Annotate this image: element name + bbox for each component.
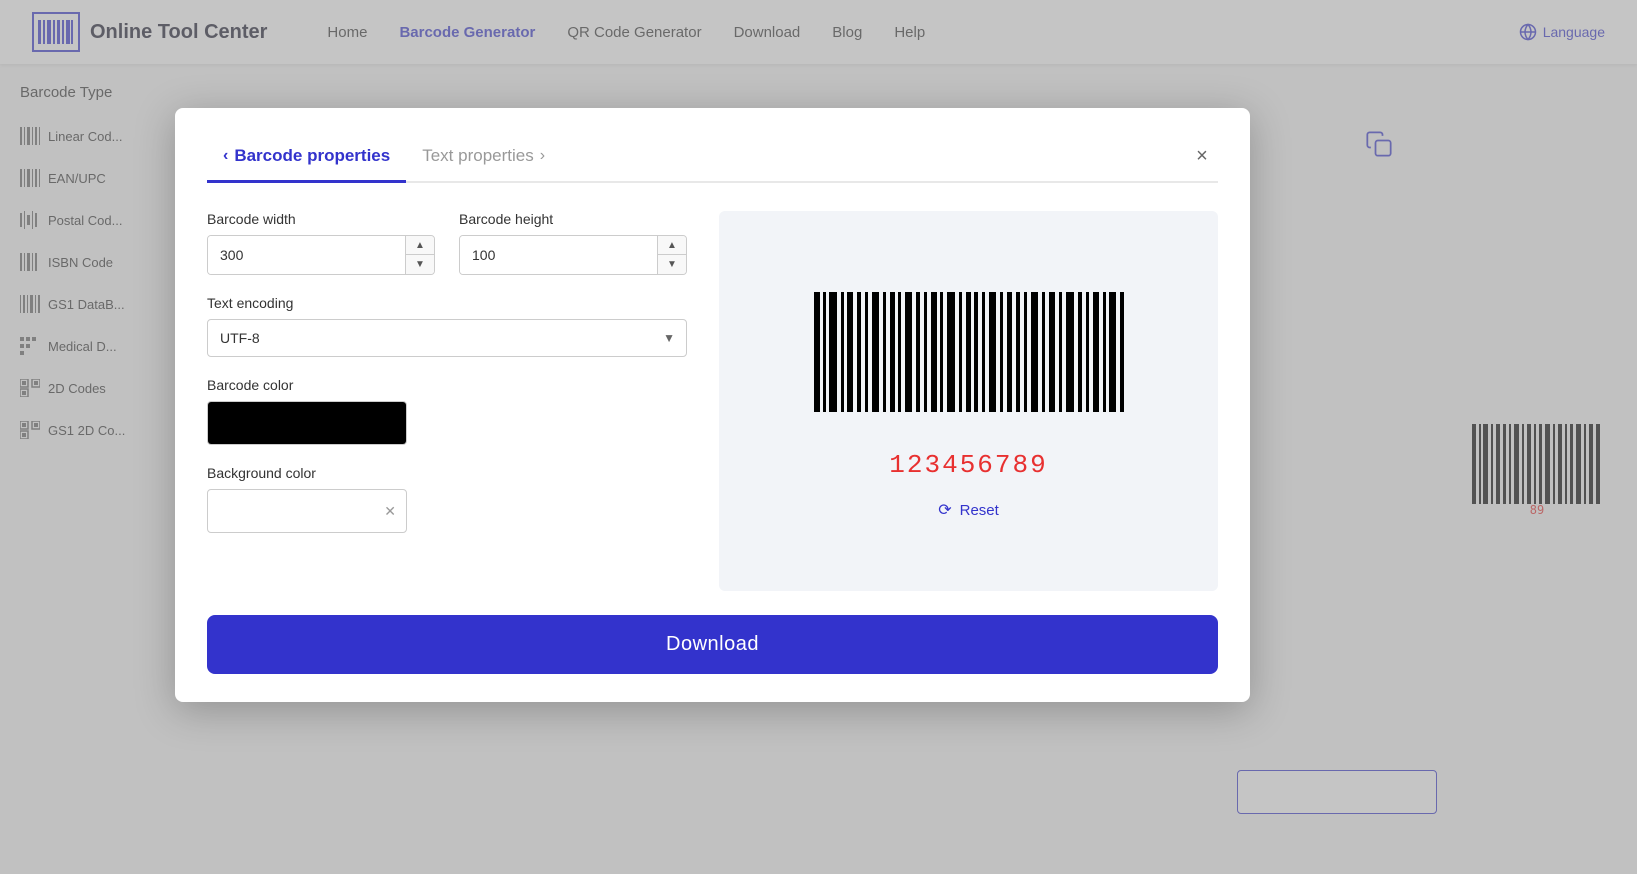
background-color-swatch[interactable]: ✕ (207, 489, 407, 533)
tab-barcode-label: Barcode properties (234, 146, 390, 166)
barcode-preview-panel: 123456789 ⟳ Reset (719, 211, 1218, 591)
height-increment-btn[interactable]: ▲ (658, 236, 686, 255)
barcode-number: 123456789 (889, 450, 1047, 480)
height-spinner-buttons: ▲ ▼ (657, 236, 686, 274)
modal: ‹ Barcode properties Text properties › ×… (175, 108, 1250, 702)
tab-text-properties[interactable]: Text properties › (406, 140, 561, 183)
tab-text-label: Text properties (422, 146, 534, 166)
width-spinner-buttons: ▲ ▼ (405, 236, 434, 274)
barcode-color-swatch[interactable] (207, 401, 407, 445)
reset-icon: ⟳ (938, 500, 951, 520)
close-button[interactable]: × (1186, 140, 1218, 172)
barcode-color-group: Barcode color (207, 377, 687, 445)
modal-body: Barcode width 300 ▲ ▼ Barcode height 100 (207, 211, 1218, 591)
text-encoding-select[interactable]: UTF-8 ASCII ISO-8859-1 (207, 319, 687, 357)
barcode-height-group: Barcode height 100 ▲ ▼ (459, 211, 687, 275)
modal-tabs: ‹ Barcode properties Text properties › × (207, 140, 1218, 183)
tab-barcode-properties[interactable]: ‹ Barcode properties (207, 140, 406, 183)
barcode-height-field[interactable]: 100 (460, 236, 657, 274)
reset-button[interactable]: ⟳ Reset (938, 500, 999, 520)
barcode-width-field[interactable]: 300 (208, 236, 405, 274)
width-increment-btn[interactable]: ▲ (406, 236, 434, 255)
barcode-height-input[interactable]: 100 ▲ ▼ (459, 235, 687, 275)
barcode-width-group: Barcode width 300 ▲ ▼ (207, 211, 435, 275)
height-decrement-btn[interactable]: ▼ (658, 255, 686, 274)
dimensions-row: Barcode width 300 ▲ ▼ Barcode height 100 (207, 211, 687, 275)
barcode-width-input[interactable]: 300 ▲ ▼ (207, 235, 435, 275)
width-decrement-btn[interactable]: ▼ (406, 255, 434, 274)
text-encoding-label: Text encoding (207, 295, 687, 311)
text-encoding-select-wrapper: UTF-8 ASCII ISO-8859-1 ▼ (207, 319, 687, 357)
text-encoding-group: Text encoding UTF-8 ASCII ISO-8859-1 ▼ (207, 295, 687, 357)
barcode-preview: 123456789 (809, 282, 1129, 480)
chevron-left-icon: ‹ (223, 147, 228, 165)
barcode-image (809, 282, 1129, 442)
background-color-group: Background color ✕ (207, 465, 687, 533)
barcode-color-label: Barcode color (207, 377, 687, 393)
chevron-right-icon: › (540, 147, 545, 165)
download-button[interactable]: Download (207, 615, 1218, 674)
background-color-label: Background color (207, 465, 687, 481)
modal-left-panel: Barcode width 300 ▲ ▼ Barcode height 100 (207, 211, 687, 591)
reset-label: Reset (960, 502, 999, 519)
barcode-height-label: Barcode height (459, 211, 687, 227)
barcode-width-label: Barcode width (207, 211, 435, 227)
clear-color-icon[interactable]: ✕ (384, 503, 396, 520)
